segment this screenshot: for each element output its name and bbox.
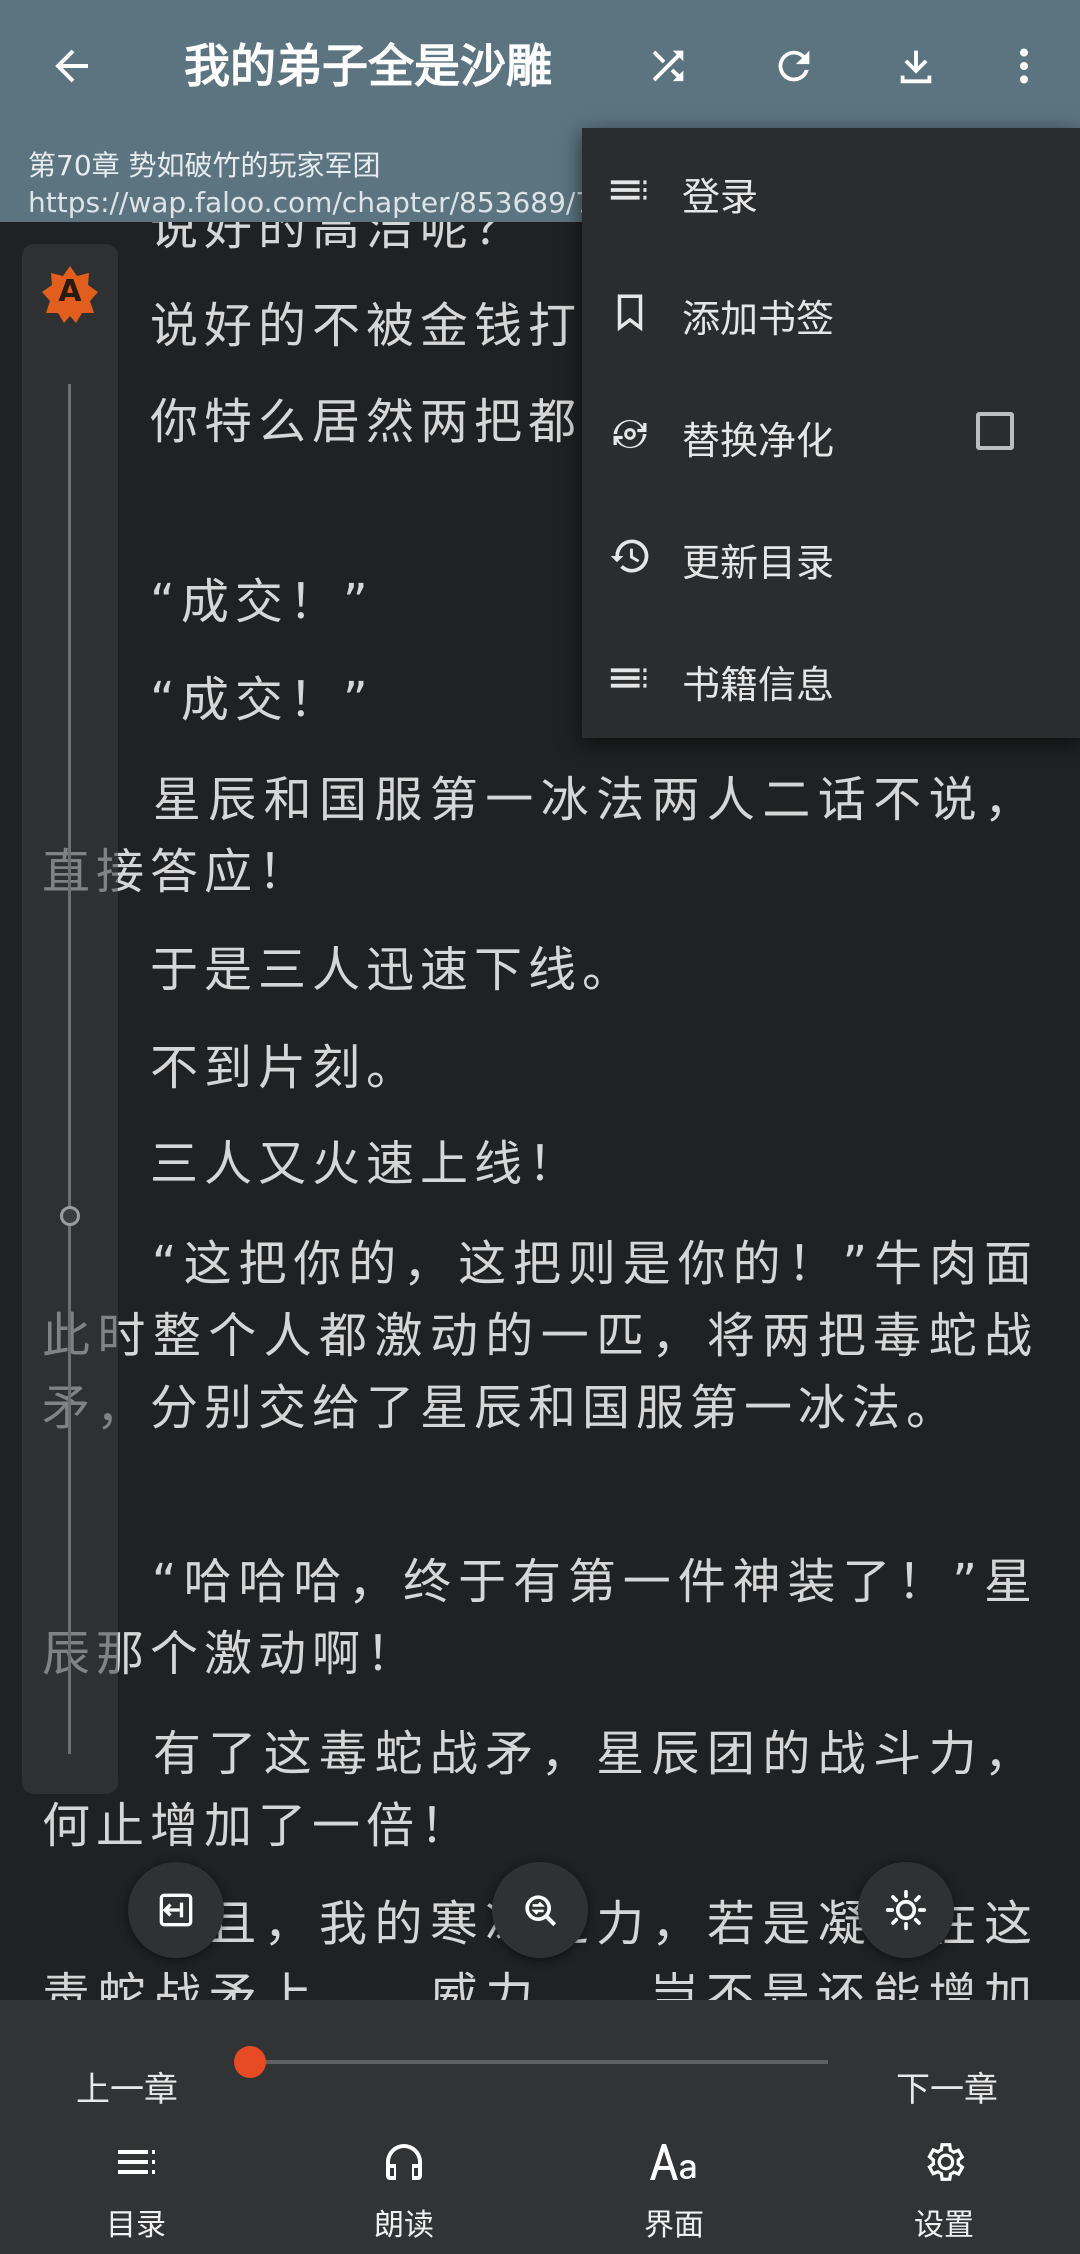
menu-label: 登录 [682,175,759,219]
menu-label: 替换净化 [682,419,835,463]
auto-brightness-badge[interactable]: A [40,264,100,324]
chapter-progress-slider[interactable] [234,2046,828,2078]
font-icon [604,2134,744,2190]
exit-icon [159,1893,193,1927]
search-replace-icon [525,1895,557,1927]
nav-label: 目录 [106,2208,166,2243]
auto-brightness-letter: A [58,274,82,309]
menu-item-login[interactable]: 登录 [582,128,1080,250]
back-arrow-icon[interactable] [42,36,102,96]
menu-item-add-bookmark[interactable]: 添加书签 [582,250,1080,372]
shuffle-icon[interactable] [638,36,698,96]
progress-thumb[interactable] [234,2046,266,2078]
paragraph: “这把你的，这把则是你的！”牛肉面此时整个人都激动的一匹，将两把毒蛇战矛，分别交… [42,1236,1038,1436]
more-vertical-icon[interactable] [994,36,1054,96]
book-title: 我的弟子全是沙雕 [184,39,552,93]
slider-track[interactable] [68,384,71,1754]
nav-interface[interactable]: 界面 [604,2134,744,2244]
paragraph: 不到片刻。 [42,1040,421,1096]
paragraph: “哈哈哈，终于有第一件神装了！”星辰那个激动啊！ [42,1554,1038,1682]
download-icon[interactable] [886,36,946,96]
exit-fullscreen-button[interactable] [128,1862,224,1958]
list-icon [604,164,656,216]
reader-screen: 说好的高洁呢？ 说好的不被金钱打动呢？ 你特么居然两把都要，也太无耻了！ “成交… [0,0,1080,2254]
sun-icon [885,1889,927,1931]
nav-settings[interactable]: 设置 [874,2134,1014,2244]
list-icon [604,652,656,704]
brightness-button[interactable] [858,1862,954,1958]
bottom-control-panel: 上一章 下一章 目录 朗读 界面 设置 [0,2000,1080,2254]
nav-label: 设置 [914,2208,974,2243]
paragraph: 星辰和国服第一冰法两人二话不说，直接答应！ [42,772,1038,900]
next-chapter-button[interactable]: 下一章 [896,2062,998,2111]
nav-read-aloud[interactable]: 朗读 [334,2134,474,2244]
refresh-icon[interactable] [764,36,824,96]
nav-toc[interactable]: 目录 [66,2134,206,2244]
paragraph: 有了这毒蛇战矛，星辰团的战斗力，何止增加了一倍！ [42,1726,1038,1854]
headphones-icon [334,2134,474,2190]
menu-item-replace-purify[interactable]: 替换净化 [582,372,1080,494]
replace-icon [604,408,656,460]
overflow-menu: 登录 添加书签 替换净化 更新目录 书籍信息 [582,128,1080,738]
slider-knob[interactable] [60,1206,80,1226]
prev-chapter-button[interactable]: 上一章 [76,2062,178,2111]
paragraph: 于是三人迅速下线。 [42,942,637,998]
list-icon [66,2134,206,2190]
brightness-slider[interactable]: A [22,244,118,1794]
replace-purify-checkbox[interactable] [976,412,1014,450]
menu-label: 书籍信息 [682,663,835,707]
bookmark-icon [604,286,656,338]
paragraph: 三人又火速上线！ [42,1136,583,1192]
nav-label: 朗读 [374,2208,434,2243]
menu-item-update-toc[interactable]: 更新目录 [582,494,1080,616]
chapter-title: 第70章 势如破竹的玩家军团 [28,149,381,182]
menu-item-book-info[interactable]: 书籍信息 [582,616,1080,738]
search-replace-button[interactable] [492,1862,588,1958]
menu-label: 更新目录 [682,541,835,585]
update-history-icon [604,530,656,582]
gear-icon [874,2134,1014,2190]
menu-label: 添加书签 [682,297,835,341]
nav-label: 界面 [644,2208,704,2243]
